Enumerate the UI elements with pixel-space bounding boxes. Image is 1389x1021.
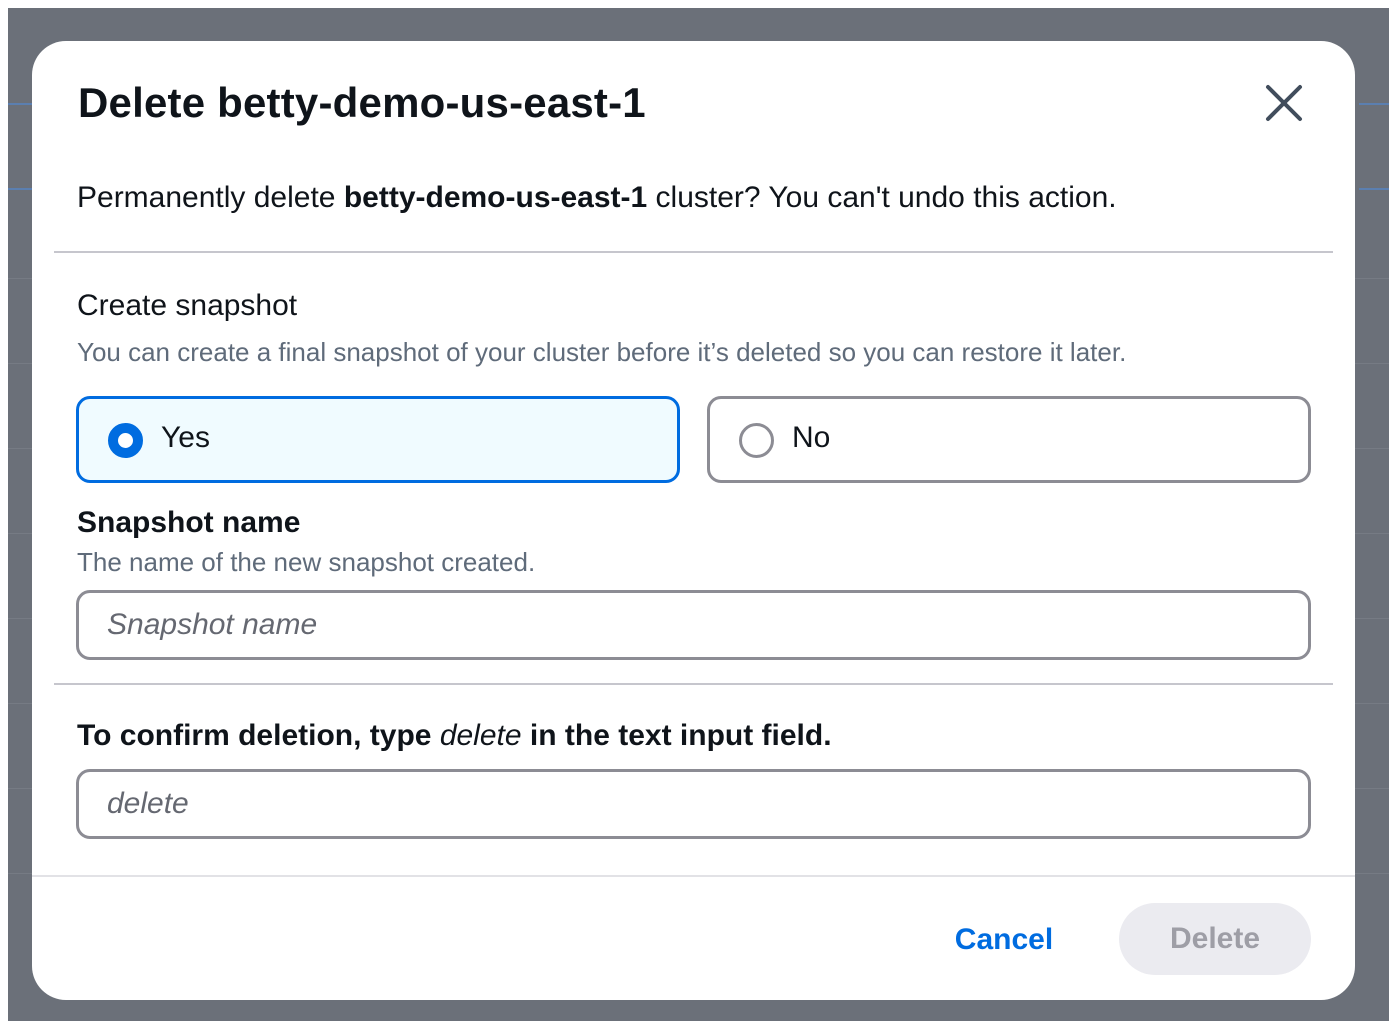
snapshot-option-yes[interactable]: Yes [76, 396, 680, 483]
snapshot-name-description: The name of the new snapshot created. [77, 547, 536, 577]
radio-selected-icon[interactable] [108, 423, 143, 458]
background-accent [1359, 103, 1389, 105]
confirm-label-suffix: in the text input field. [521, 719, 832, 752]
close-icon [1266, 85, 1302, 121]
confirm-keyword: delete [439, 719, 522, 752]
confirm-deletion-label: To confirm deletion, type delete in the … [77, 719, 832, 753]
footer-divider [32, 875, 1355, 877]
radio-unselected-icon[interactable] [739, 423, 774, 458]
snapshot-name-input[interactable] [76, 590, 1311, 660]
section-divider [54, 683, 1333, 685]
cancel-button[interactable]: Cancel [944, 905, 1064, 975]
modal-title: Delete betty-demo-us-east-1 [78, 79, 646, 126]
confirm-delete-input[interactable] [76, 769, 1311, 839]
snapshot-option-no[interactable]: No [707, 396, 1311, 483]
warning-prefix: Permanently delete [77, 181, 344, 214]
background-accent [1359, 188, 1389, 190]
confirm-label-prefix: To confirm deletion, type [77, 719, 440, 752]
delete-button[interactable]: Delete [1119, 903, 1311, 975]
snapshot-section-description: You can create a final snapshot of your … [77, 337, 1127, 367]
snapshot-name-label: Snapshot name [77, 506, 301, 539]
cluster-name: betty-demo-us-east-1 [343, 181, 648, 214]
radio-label-yes: Yes [161, 421, 210, 454]
delete-cluster-modal: Delete betty-demo-us-east-1 Permanently … [32, 41, 1355, 1000]
delete-warning-text: Permanently delete betty-demo-us-east-1 … [77, 181, 1117, 215]
snapshot-section-title: Create snapshot [77, 289, 298, 322]
warning-suffix: cluster? You can't undo this action. [647, 181, 1117, 214]
radio-label-no: No [792, 421, 831, 454]
section-divider [54, 251, 1333, 253]
close-button[interactable] [1260, 79, 1308, 127]
